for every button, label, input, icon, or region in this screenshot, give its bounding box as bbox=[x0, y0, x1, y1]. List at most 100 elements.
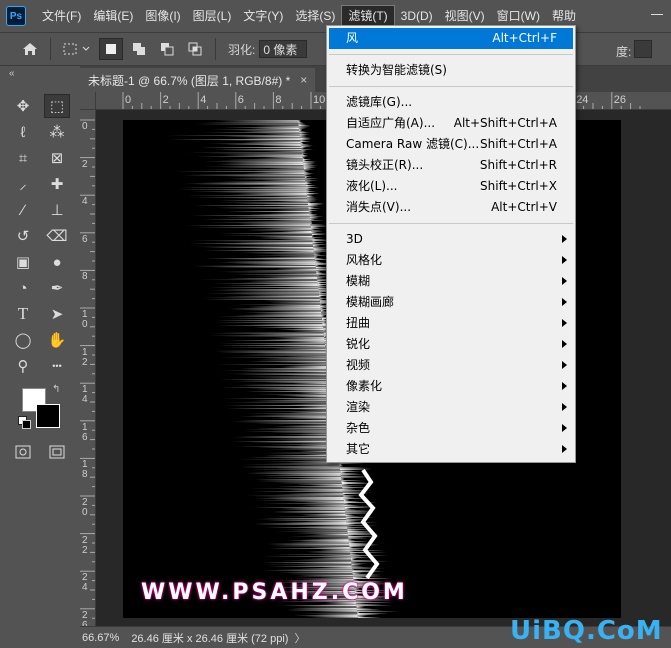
ruler-label: 2 bbox=[162, 94, 169, 106]
menu-7[interactable]: 3D(D) bbox=[395, 5, 439, 27]
menu-10[interactable]: 帮助 bbox=[546, 5, 582, 27]
filter-menu-item-label: 模糊 bbox=[346, 274, 371, 288]
tools-panel: « ✥ ⬚ ℓ ⁂ ⌗ ⊠ ⸝ ✚ ∕ ⊥ ↺ ⌫ ▣ ● ◔ ✒ T ➤ ◯ ✋ ⚲ ••• ↰ bbox=[0, 66, 80, 648]
menu-0[interactable]: 文件(F) bbox=[36, 5, 87, 27]
type-icon[interactable]: T bbox=[10, 302, 36, 326]
ruler-label: 2 bbox=[82, 158, 88, 170]
document-tab[interactable]: 未标题-1 @ 66.7% (图层 1, RGB/8#) * × bbox=[80, 68, 316, 92]
filter-menu-item[interactable]: 消失点(V)... Alt+Ctrl+V bbox=[329, 197, 573, 218]
filter-menu-item[interactable]: 转换为智能滤镜(S) bbox=[329, 60, 573, 81]
filter-menu-item-label: 像素化 bbox=[346, 379, 383, 393]
close-tab-icon[interactable]: × bbox=[300, 73, 307, 87]
ruler-label: 0 bbox=[82, 121, 88, 132]
stamp-icon[interactable]: ⊥ bbox=[44, 198, 70, 222]
zoom-icon[interactable]: ⚲ bbox=[10, 354, 36, 378]
filter-menu-item[interactable]: 自适应广角(A)... Alt+Shift+Ctrl+A bbox=[329, 113, 573, 134]
submenu-arrow-icon bbox=[562, 403, 567, 411]
blur-icon[interactable]: ● bbox=[44, 250, 70, 274]
filter-menu-item-label: 消失点(V)... bbox=[346, 200, 412, 214]
filter-menu-item-label: 镜头校正(R)... bbox=[346, 158, 424, 172]
filter-menu-item-label: Camera Raw 滤镜(C)... bbox=[346, 137, 480, 151]
filter-menu-item[interactable]: 液化(L)... Shift+Ctrl+X bbox=[329, 176, 573, 197]
menu-3[interactable]: 图层(L) bbox=[187, 5, 238, 27]
add-selection-icon[interactable] bbox=[127, 38, 151, 60]
quick-mask-icon[interactable] bbox=[10, 440, 36, 464]
marquee-icon[interactable]: ⬚ bbox=[44, 94, 70, 118]
default-colors-icon[interactable] bbox=[18, 416, 31, 429]
lasso-icon[interactable]: ℓ bbox=[10, 120, 36, 144]
filter-menu-item[interactable]: 锐化 bbox=[329, 334, 573, 355]
menu-6[interactable]: 滤镜(T) bbox=[341, 5, 395, 27]
filter-menu-item[interactable]: 滤镜库(G)... bbox=[329, 92, 573, 113]
divider bbox=[215, 38, 216, 60]
frame-icon[interactable]: ⊠ bbox=[44, 146, 70, 170]
eraser-icon[interactable]: ⌫ bbox=[44, 224, 70, 248]
ellipse-icon[interactable]: ◯ bbox=[10, 328, 36, 352]
pen-icon[interactable]: ✒ bbox=[44, 276, 70, 300]
vertical-ruler[interactable]: 0 2 4 6 8 1 0 1 2 1 4 1 6 1 8 2 0 2 2 2 4 2 6 bbox=[80, 110, 96, 626]
filter-menu-item[interactable]: 视频 bbox=[329, 355, 573, 376]
filter-menu-item[interactable]: 扭曲 bbox=[329, 313, 573, 334]
ruler-label: 10 bbox=[313, 94, 326, 106]
filter-menu-item-label: 滤镜库(G)... bbox=[346, 95, 413, 109]
menu-2[interactable]: 图像(I) bbox=[139, 5, 186, 27]
document-size: 26.46 厘米 x 26.46 厘米 (72 ppi) bbox=[131, 632, 289, 645]
gradient-icon[interactable]: ▣ bbox=[10, 250, 36, 274]
intersect-selection-icon[interactable] bbox=[183, 38, 207, 60]
filter-menu-item[interactable]: 杂色 bbox=[329, 418, 573, 439]
menu-5[interactable]: 选择(S) bbox=[289, 5, 341, 27]
hand-icon[interactable]: ✋ bbox=[44, 328, 70, 352]
filter-menu-item[interactable]: 像素化 bbox=[329, 376, 573, 397]
option-field[interactable] bbox=[634, 40, 652, 58]
filter-menu-item[interactable]: 3D bbox=[329, 229, 573, 250]
filter-menu-item[interactable]: 其它 bbox=[329, 439, 573, 460]
filter-menu-item[interactable]: Camera Raw 滤镜(C)... Shift+Ctrl+A bbox=[329, 134, 573, 155]
home-icon[interactable] bbox=[18, 38, 42, 60]
subtract-selection-icon[interactable] bbox=[155, 38, 179, 60]
menu-4[interactable]: 文字(Y) bbox=[237, 5, 289, 27]
ruler-label: 2 6 bbox=[82, 609, 88, 626]
path-select-icon[interactable]: ➤ bbox=[44, 302, 70, 326]
ruler-label: 24 bbox=[576, 94, 589, 106]
filter-menu-item-label: 其它 bbox=[346, 442, 371, 456]
filter-menu-item[interactable]: 风格化 bbox=[329, 250, 573, 271]
magic-wand-icon[interactable]: ⁂ bbox=[44, 120, 70, 144]
ruler-label: 2 4 bbox=[82, 572, 88, 594]
healing-icon[interactable]: ✚ bbox=[44, 172, 70, 196]
marquee-preset-icon[interactable] bbox=[59, 38, 95, 60]
filter-menu-item-label: 杂色 bbox=[346, 421, 371, 435]
dodge-icon[interactable]: ◔ bbox=[10, 276, 36, 300]
minimize-window-icon[interactable] bbox=[649, 6, 665, 22]
filter-menu-item[interactable]: 渲染 bbox=[329, 397, 573, 418]
menu-9[interactable]: 窗口(W) bbox=[491, 5, 546, 27]
crop-icon[interactable]: ⌗ bbox=[10, 146, 36, 170]
menu-1[interactable]: 编辑(E) bbox=[87, 5, 139, 27]
ruler-label: 8 bbox=[275, 94, 282, 106]
filter-menu-item[interactable]: 镜头校正(R)... Shift+Ctrl+R bbox=[329, 155, 573, 176]
eyedropper-icon[interactable]: ⸝ bbox=[10, 172, 36, 196]
submenu-arrow-icon bbox=[562, 235, 567, 243]
menu-8[interactable]: 视图(V) bbox=[439, 5, 491, 27]
history-brush-icon[interactable]: ↺ bbox=[10, 224, 36, 248]
filter-menu-shortcut: Shift+Ctrl+R bbox=[479, 158, 557, 172]
filter-menu-item[interactable]: 模糊画廊 bbox=[329, 292, 573, 313]
status-menu-icon[interactable]: 〉 bbox=[294, 630, 305, 646]
background-color-swatch[interactable] bbox=[36, 404, 60, 428]
ruler-origin[interactable] bbox=[80, 92, 96, 110]
collapse-icon[interactable]: « bbox=[9, 68, 15, 79]
filter-menu-item-label: 模糊画廊 bbox=[346, 295, 395, 309]
screen-mode-icon[interactable] bbox=[44, 440, 70, 464]
filter-menu-item[interactable]: 风 Alt+Ctrl+F bbox=[329, 28, 573, 49]
zoom-level[interactable]: 66.67% bbox=[82, 632, 119, 644]
ruler-label: 4 bbox=[200, 94, 207, 106]
feather-input[interactable] bbox=[259, 40, 308, 58]
new-selection-icon[interactable] bbox=[99, 38, 123, 60]
ruler-label: 1 6 bbox=[82, 421, 88, 443]
submenu-arrow-icon bbox=[562, 277, 567, 285]
filter-menu-shortcut: Alt+Ctrl+F bbox=[492, 31, 557, 45]
more-icon[interactable]: ••• bbox=[44, 354, 70, 378]
brush-icon[interactable]: ∕ bbox=[10, 198, 36, 222]
filter-menu-item[interactable]: 模糊 bbox=[329, 271, 573, 292]
move-icon[interactable]: ✥ bbox=[10, 94, 36, 118]
swap-colors-icon[interactable]: ↰ bbox=[52, 384, 60, 395]
